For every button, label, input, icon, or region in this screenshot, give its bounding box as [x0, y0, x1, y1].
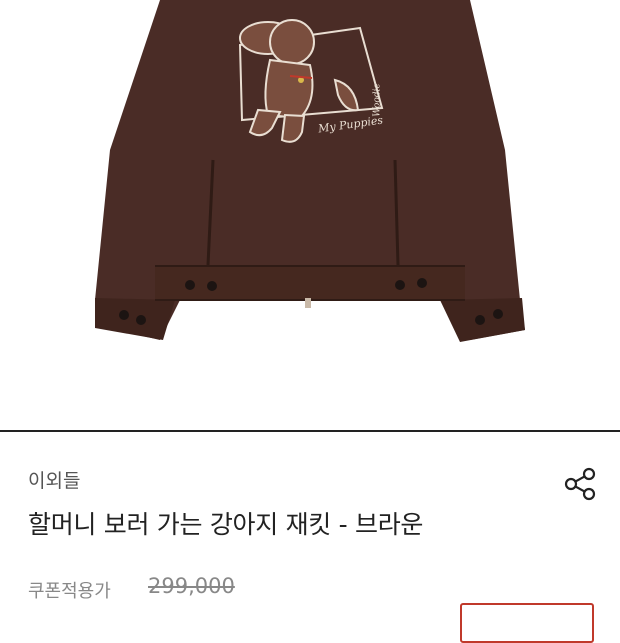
patch-vertical-script-text: Woodie: [372, 83, 383, 117]
product-title: 할머니 보러 가는 강아지 재킷 - 브라운: [28, 510, 424, 539]
brand-name[interactable]: 이외들: [28, 466, 80, 493]
share-icon: [564, 467, 596, 501]
image-divider: [0, 430, 620, 432]
coupon-button[interactable]: [460, 603, 594, 643]
original-price: 299,000: [148, 574, 235, 598]
jacket-illustration: [95, 0, 525, 342]
coupon-price-label: 쿠폰적용가: [28, 581, 111, 602]
product-image[interactable]: My Puppies Woodie: [0, 0, 620, 430]
share-button[interactable]: [560, 464, 600, 504]
